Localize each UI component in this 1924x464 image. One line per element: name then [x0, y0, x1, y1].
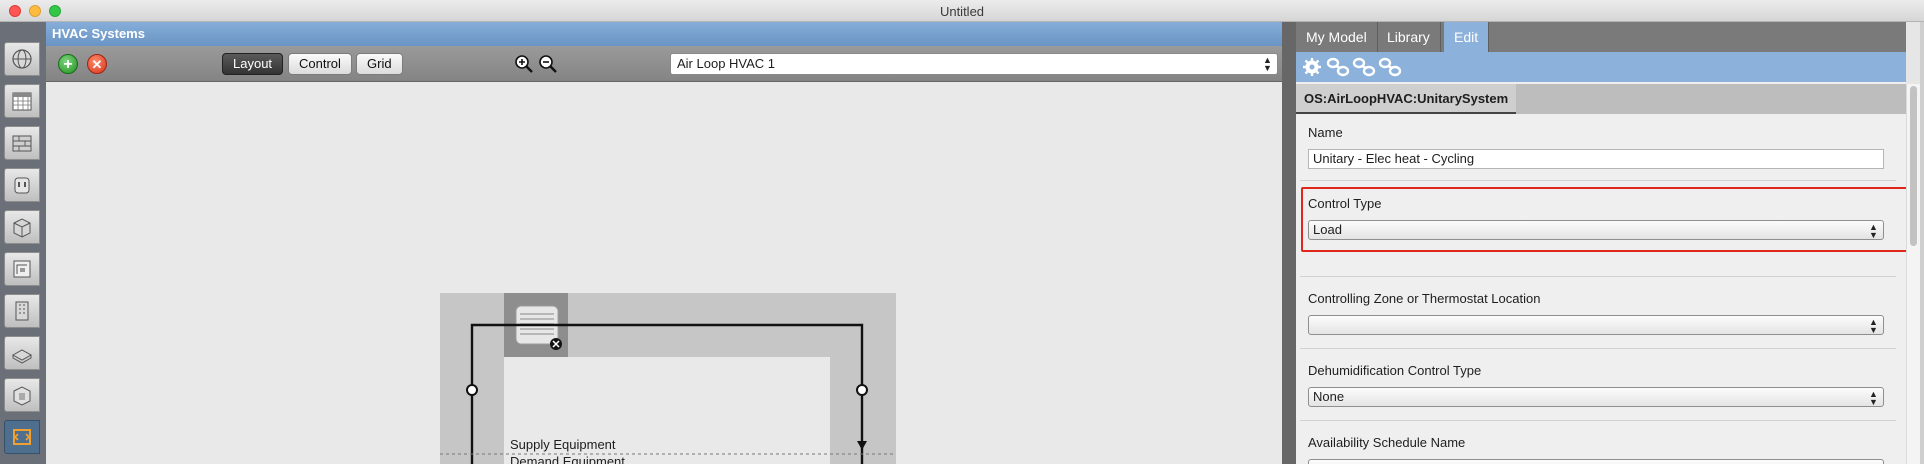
controlling-zone-select[interactable]: ▲ ▼ [1308, 315, 1884, 335]
hvac-toolbar: + ✕ Layout Control Grid Air Loop HVAC 1 … [46, 46, 1282, 82]
supply-equipment-label: Supply Equipment [510, 437, 616, 452]
rail-site-button[interactable] [4, 42, 40, 76]
hvac-systems-header: HVAC Systems [46, 22, 1282, 46]
inspector-fields: Name Unitary - Elec heat - Cycling Contr… [1296, 116, 1900, 464]
air-loop-diagram [440, 293, 896, 464]
remove-loop-button[interactable]: ✕ [87, 54, 107, 74]
constructions-wall-icon [12, 135, 32, 152]
inspector-tabs: My Model Library Edit [1296, 22, 1906, 52]
name-field: Name Unitary - Elec heat - Cycling [1308, 125, 1892, 169]
inspector-scrollbar[interactable] [1906, 84, 1920, 464]
name-label: Name [1308, 125, 1343, 140]
panel-splitter[interactable] [1282, 22, 1296, 464]
availability-schedule-field: Availability Schedule Name ▲▼ [1308, 435, 1892, 464]
air-loop-select-value: Air Loop HVAC 1 [677, 56, 776, 71]
rail-constructions-button[interactable] [4, 126, 40, 160]
remove-component-icon[interactable] [550, 338, 562, 350]
tab-library[interactable]: Library [1377, 22, 1441, 52]
plus-icon: + [63, 56, 73, 73]
window-edge [1920, 22, 1924, 464]
field-divider [1300, 348, 1896, 349]
select-arrows-icon: ▲▼ [1869, 317, 1878, 335]
rail-space-types-button[interactable] [4, 210, 40, 244]
rail-hvac-systems-button[interactable] [4, 420, 40, 454]
rail-geometry-button[interactable] [4, 252, 40, 286]
controlling-zone-label: Controlling Zone or Thermostat Location [1308, 291, 1541, 306]
control-button[interactable]: Control [288, 53, 352, 75]
tab-my-model[interactable]: My Model [1296, 22, 1378, 52]
field-divider [1300, 180, 1896, 181]
window-title: Untitled [939, 4, 985, 19]
add-loop-button[interactable]: + [58, 54, 78, 74]
rail-facility-button[interactable] [4, 294, 40, 328]
supply-inlet-node[interactable] [466, 384, 478, 396]
link-icon[interactable] [1352, 56, 1376, 78]
space-types-icon [13, 218, 31, 238]
layout-button[interactable]: Layout [222, 53, 284, 75]
gear-icon[interactable] [1300, 56, 1324, 78]
field-divider [1300, 420, 1896, 421]
zoom-in-icon[interactable] [514, 54, 534, 74]
tab-edit[interactable]: Edit [1444, 22, 1490, 52]
name-input[interactable]: Unitary - Elec heat - Cycling [1308, 149, 1884, 169]
zoom-out-icon[interactable] [538, 54, 558, 74]
select-arrows-icon: ▲▼ [1263, 55, 1272, 73]
air-loop-select[interactable]: Air Loop HVAC 1 ▲ ▼ [670, 53, 1278, 75]
availability-schedule-select[interactable]: ▲▼ [1308, 459, 1884, 464]
demand-equipment-label: Demand Equipment [510, 455, 625, 464]
dehumidification-value: None [1313, 389, 1345, 404]
controlling-zone-field: Controlling Zone or Thermostat Location … [1308, 291, 1892, 335]
dehumidification-select[interactable]: None ▲ ▼ [1308, 387, 1884, 407]
site-globe-icon [12, 49, 32, 69]
rail-spaces-button[interactable] [4, 336, 40, 370]
control-type-highlight [1301, 187, 1912, 252]
thermal-zones-icon [13, 386, 31, 406]
object-header: OS:AirLoopHVAC:UnitarySystem [1296, 84, 1906, 114]
window-titlebar: Untitled [0, 0, 1924, 22]
rail-thermal-zones-button[interactable] [4, 378, 40, 412]
spaces-icon [11, 349, 33, 364]
rail-loads-button[interactable] [4, 168, 40, 202]
grid-button[interactable]: Grid [356, 53, 403, 75]
hvac-systems-icon [13, 429, 31, 445]
scroll-thumb[interactable] [1910, 86, 1917, 246]
loads-plug-icon [14, 177, 30, 194]
select-arrows-icon: ▲▼ [1869, 389, 1878, 407]
x-icon: ✕ [91, 57, 103, 72]
left-navigation-rail [0, 22, 46, 464]
link-icon[interactable] [1378, 56, 1402, 78]
link-icon[interactable] [1326, 56, 1350, 78]
edit-toolbar [1296, 52, 1906, 82]
object-type-title: OS:AirLoopHVAC:UnitarySystem [1296, 84, 1517, 114]
dehumidification-field: Dehumidification Control Type None ▲ ▼ [1308, 363, 1892, 407]
dehumidification-label: Dehumidification Control Type [1308, 363, 1482, 378]
field-divider [1300, 276, 1896, 277]
hvac-canvas[interactable]: Supply Equipment Demand Equipment [46, 82, 1282, 464]
rail-schedules-button[interactable] [4, 84, 40, 118]
facility-building-icon [15, 301, 29, 321]
availability-schedule-label: Availability Schedule Name [1308, 435, 1466, 450]
geometry-icon [13, 260, 31, 278]
schedules-calendar-icon [12, 92, 32, 111]
supply-outlet-node[interactable] [856, 384, 868, 396]
